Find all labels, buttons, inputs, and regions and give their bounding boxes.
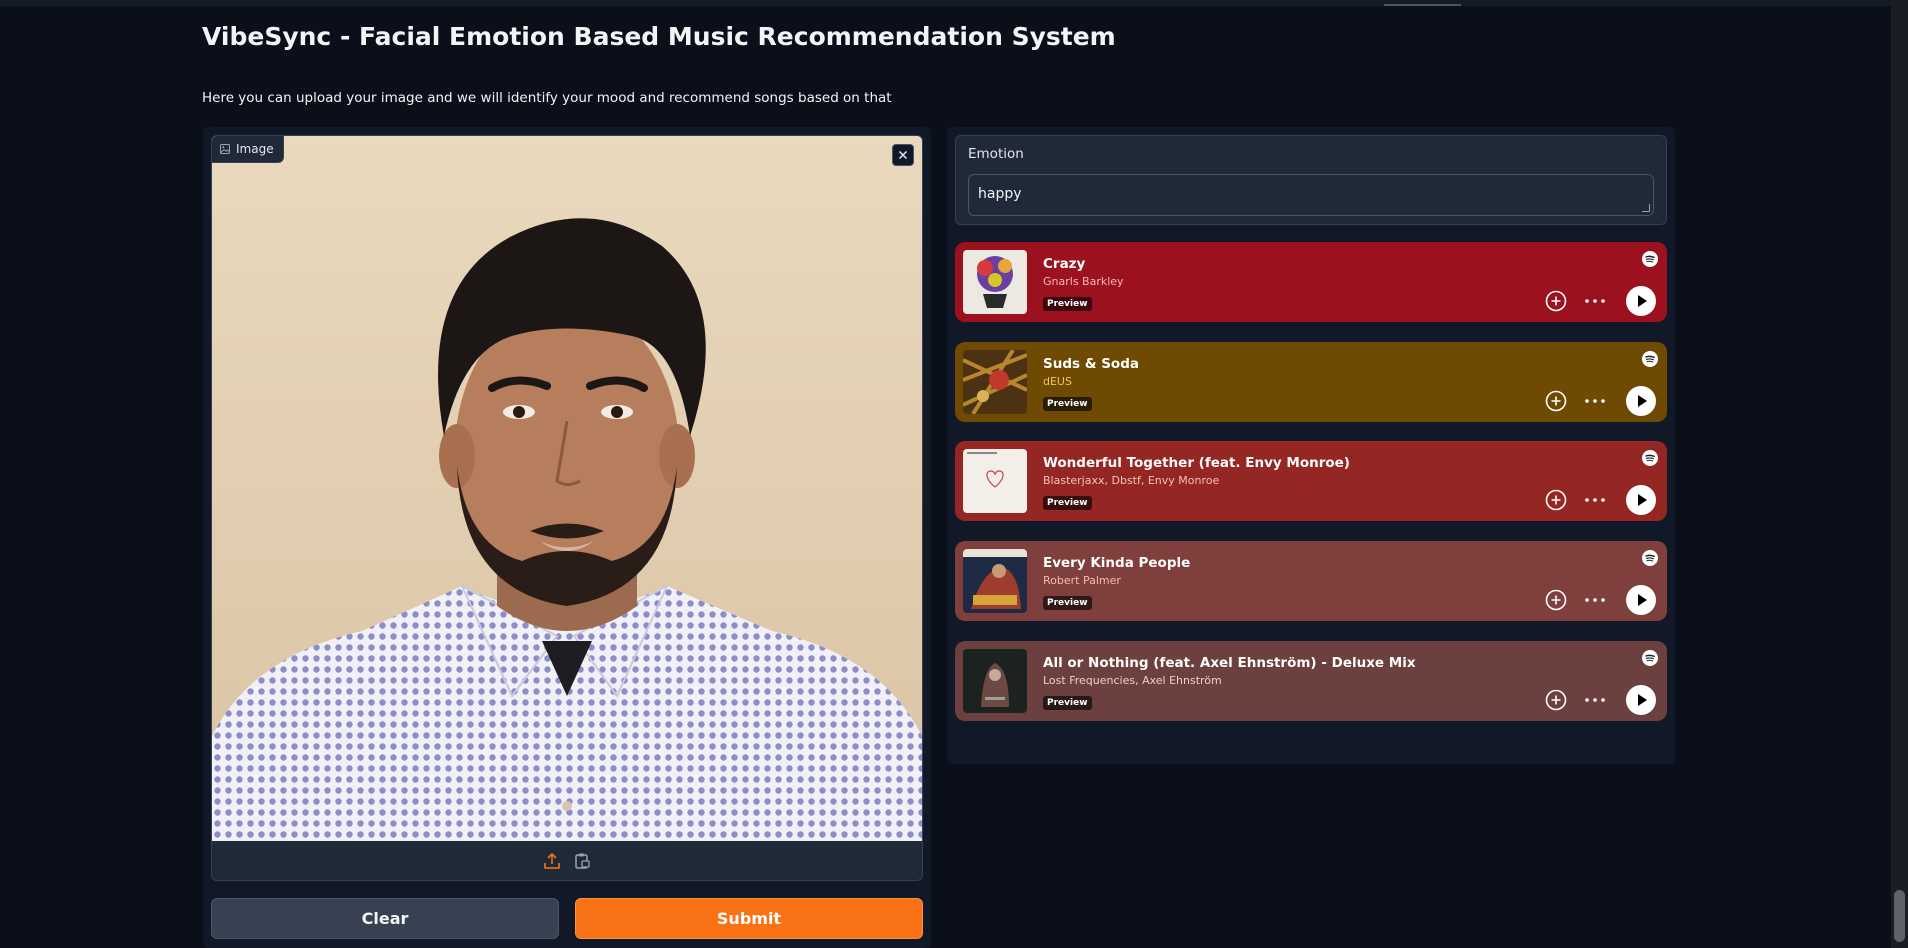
track-title[interactable]: Every Kinda People — [1043, 555, 1190, 571]
image-upload-block[interactable]: Image — [211, 135, 923, 881]
play-icon[interactable] — [1626, 485, 1656, 515]
track-card-5[interactable]: All or Nothing (feat. Axel Ehnström) - D… — [955, 641, 1667, 721]
spotify-icon[interactable] — [1642, 650, 1658, 666]
track-title[interactable]: All or Nothing (feat. Axel Ehnström) - D… — [1043, 655, 1416, 671]
uploaded-image — [212, 136, 922, 841]
top-nav-bar — [0, 0, 1908, 6]
spotify-icon[interactable] — [1642, 351, 1658, 367]
emotion-output-block: Emotion happy — [955, 135, 1667, 225]
add-to-library-icon[interactable] — [1545, 390, 1567, 412]
add-to-library-icon[interactable] — [1545, 489, 1567, 511]
resize-handle-icon[interactable] — [1642, 204, 1650, 212]
preview-badge: Preview — [1043, 696, 1092, 710]
clipboard-icon[interactable] — [573, 852, 591, 870]
play-icon[interactable] — [1626, 685, 1656, 715]
clear-button[interactable]: Clear — [211, 898, 559, 939]
add-to-library-icon[interactable] — [1545, 589, 1567, 611]
more-options-icon[interactable] — [1581, 691, 1609, 709]
emotion-textbox[interactable]: happy — [968, 174, 1654, 216]
add-to-library-icon[interactable] — [1545, 290, 1567, 312]
album-cover — [963, 449, 1027, 513]
track-artist[interactable]: Lost Frequencies, Axel Ehnström — [1043, 674, 1222, 687]
track-card-1[interactable]: Crazy Gnarls Barkley Preview — [955, 242, 1667, 322]
spotify-icon[interactable] — [1642, 550, 1658, 566]
preview-badge: Preview — [1043, 496, 1092, 510]
emotion-label: Emotion — [968, 146, 1024, 162]
album-cover — [963, 250, 1027, 314]
spotify-icon[interactable] — [1642, 450, 1658, 466]
track-card-3[interactable]: Wonderful Together (feat. Envy Monroe) B… — [955, 441, 1667, 521]
close-icon — [898, 150, 908, 160]
remove-image-button[interactable] — [892, 144, 914, 166]
scrollbar-thumb[interactable] — [1894, 890, 1905, 942]
page-description: Here you can upload your image and we wi… — [202, 90, 892, 106]
track-artist[interactable]: Gnarls Barkley — [1043, 275, 1124, 288]
play-icon[interactable] — [1626, 386, 1656, 416]
image-label-text: Image — [236, 142, 274, 156]
spotify-icon[interactable] — [1642, 251, 1658, 267]
preview-badge: Preview — [1043, 397, 1092, 411]
play-icon[interactable] — [1626, 286, 1656, 316]
image-label: Image — [212, 136, 284, 163]
album-cover — [963, 350, 1027, 414]
track-title[interactable]: Crazy — [1043, 256, 1085, 272]
album-cover — [963, 649, 1027, 713]
image-source-toolbar — [212, 841, 922, 880]
track-title[interactable]: Wonderful Together (feat. Envy Monroe) — [1043, 455, 1350, 471]
page-title: VibeSync - Facial Emotion Based Music Re… — [202, 22, 1116, 51]
track-title[interactable]: Suds & Soda — [1043, 356, 1139, 372]
more-options-icon[interactable] — [1581, 591, 1609, 609]
track-artist[interactable]: Robert Palmer — [1043, 574, 1121, 587]
track-card-4[interactable]: Every Kinda People Robert Palmer Preview — [955, 541, 1667, 621]
track-artist[interactable]: dEUS — [1043, 375, 1072, 388]
more-options-icon[interactable] — [1581, 292, 1609, 310]
more-options-icon[interactable] — [1581, 392, 1609, 410]
album-cover — [963, 549, 1027, 613]
page-scrollbar[interactable] — [1891, 0, 1908, 948]
upload-icon[interactable] — [543, 852, 561, 870]
preview-badge: Preview — [1043, 297, 1092, 311]
active-tab-indicator — [1384, 4, 1461, 6]
emotion-value: happy — [978, 186, 1022, 202]
play-icon[interactable] — [1626, 585, 1656, 615]
image-icon — [220, 144, 230, 154]
submit-button[interactable]: Submit — [575, 898, 923, 939]
more-options-icon[interactable] — [1581, 491, 1609, 509]
add-to-library-icon[interactable] — [1545, 689, 1567, 711]
track-artist[interactable]: Blasterjaxx, Dbstf, Envy Monroe — [1043, 474, 1219, 487]
track-card-2[interactable]: Suds & Soda dEUS Preview — [955, 342, 1667, 422]
preview-badge: Preview — [1043, 596, 1092, 610]
